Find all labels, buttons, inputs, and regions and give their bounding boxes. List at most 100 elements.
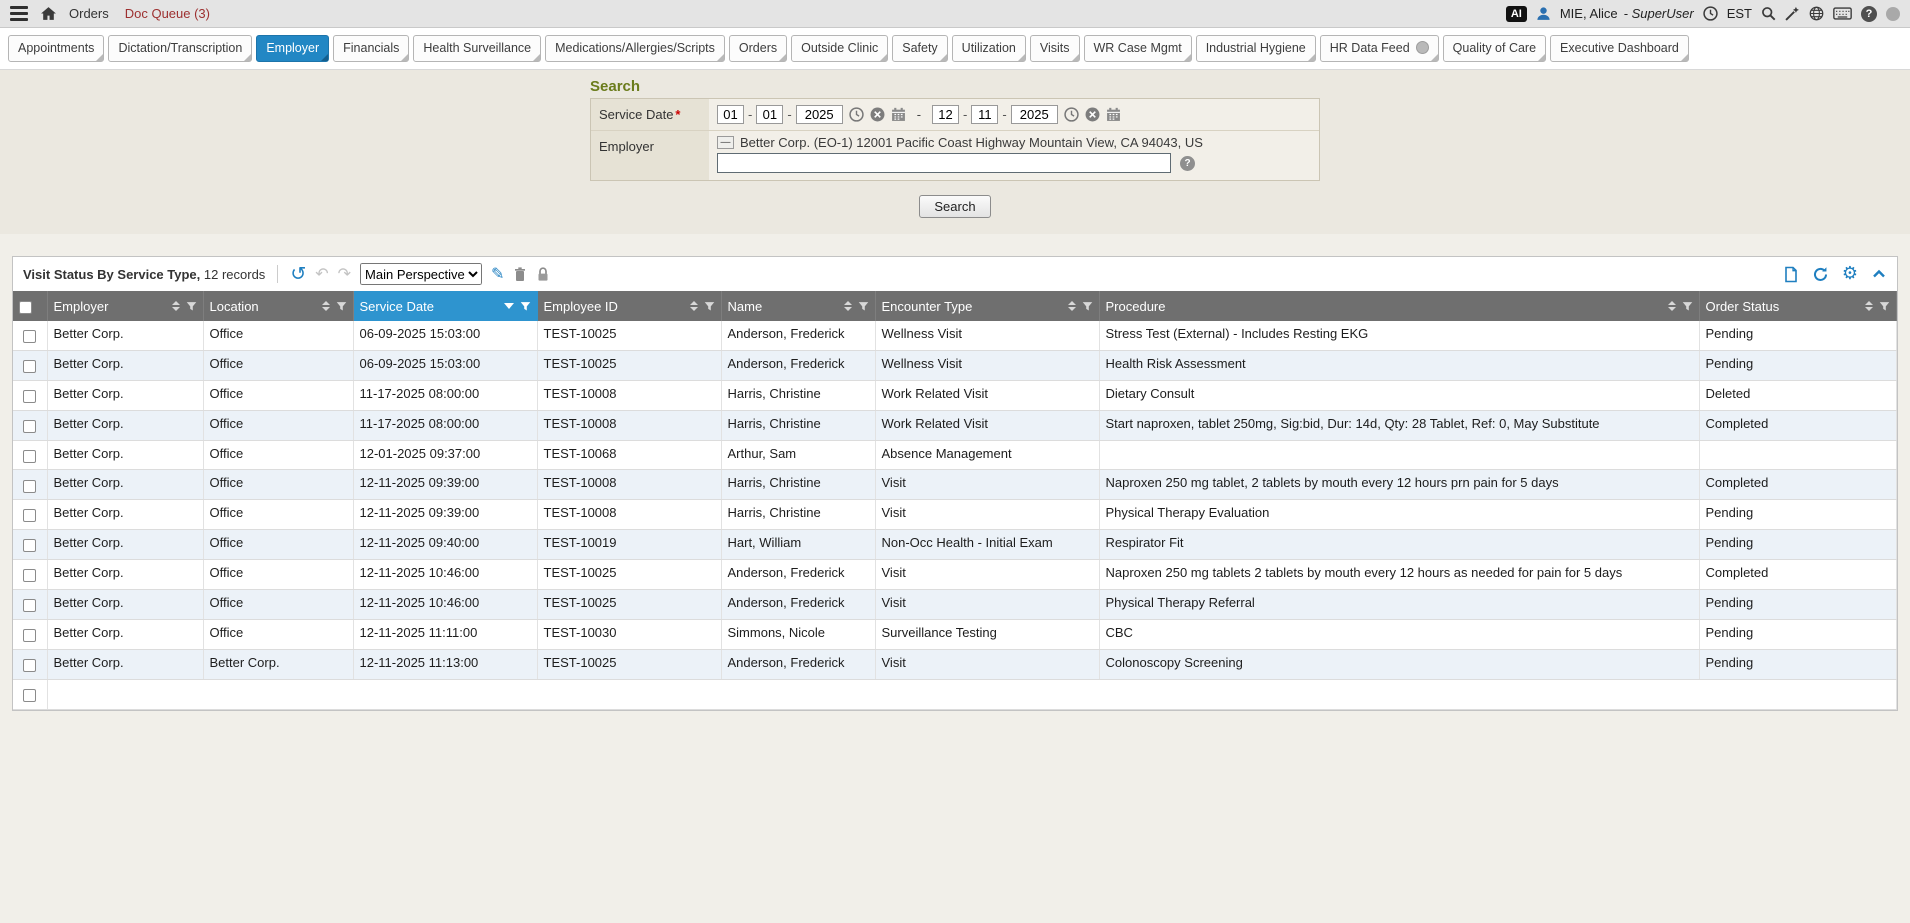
clock-icon[interactable]: [1703, 6, 1718, 21]
row-checkbox[interactable]: [23, 480, 36, 493]
refresh-icon[interactable]: [1812, 266, 1829, 283]
row-checkbox-cell: [13, 440, 47, 470]
undo-icon[interactable]: ↶: [315, 266, 328, 282]
from-clear-icon[interactable]: [870, 107, 885, 122]
tab-wr-case-mgmt[interactable]: WR Case Mgmt: [1084, 35, 1192, 62]
export-document-icon[interactable]: [1783, 266, 1799, 283]
row-checkbox[interactable]: [23, 420, 36, 433]
from-month-input[interactable]: [717, 105, 744, 124]
sort-icon[interactable]: [690, 301, 698, 311]
filter-icon[interactable]: [186, 301, 197, 312]
sort-icon[interactable]: [1068, 301, 1076, 311]
remove-employer-button[interactable]: —: [717, 136, 734, 149]
to-time-clock-icon[interactable]: [1064, 107, 1079, 122]
tab-quality-of-care[interactable]: Quality of Care: [1443, 35, 1546, 62]
delete-perspective-icon[interactable]: [513, 266, 527, 282]
column-header-name[interactable]: Name: [721, 291, 875, 321]
employer-search-input[interactable]: [717, 153, 1171, 173]
column-header-employer[interactable]: Employer: [47, 291, 203, 321]
tab-appointments[interactable]: Appointments: [8, 35, 104, 62]
collapse-chevron-icon[interactable]: [1871, 267, 1887, 281]
row-checkbox[interactable]: [23, 360, 36, 373]
cell-name: Harris, Christine: [721, 380, 875, 410]
tab-industrial-hygiene[interactable]: Industrial Hygiene: [1196, 35, 1316, 62]
wand-icon[interactable]: [1785, 6, 1800, 21]
tab-dictation-transcription[interactable]: Dictation/Transcription: [108, 35, 252, 62]
sort-icon[interactable]: [322, 301, 330, 311]
row-checkbox[interactable]: [23, 539, 36, 552]
cell-name: Simmons, Nicole: [721, 619, 875, 649]
home-icon[interactable]: [40, 6, 57, 21]
ai-badge[interactable]: AI: [1506, 6, 1527, 22]
column-header-service-date[interactable]: Service Date: [353, 291, 537, 321]
column-header-encounter-type[interactable]: Encounter Type: [875, 291, 1099, 321]
footer-select-checkbox[interactable]: [23, 689, 36, 702]
tab-health-surveillance[interactable]: Health Surveillance: [413, 35, 541, 62]
from-calendar-icon[interactable]: [891, 107, 906, 122]
reset-icon[interactable]: ↺: [290, 265, 306, 284]
tab-executive-dashboard[interactable]: Executive Dashboard: [1550, 35, 1689, 62]
tab-medications-allergies-scripts[interactable]: Medications/Allergies/Scripts: [545, 35, 725, 62]
perspective-select[interactable]: Main Perspective: [360, 263, 482, 285]
row-checkbox[interactable]: [23, 509, 36, 522]
tab-utilization[interactable]: Utilization: [952, 35, 1026, 62]
from-year-input[interactable]: [796, 105, 843, 124]
cell-name: Hart, William: [721, 530, 875, 560]
filter-icon[interactable]: [1682, 301, 1693, 312]
help-icon[interactable]: ?: [1861, 6, 1877, 22]
search-button[interactable]: Search: [919, 195, 990, 218]
filter-icon[interactable]: [520, 301, 531, 312]
row-checkbox[interactable]: [23, 390, 36, 403]
to-clear-icon[interactable]: [1085, 107, 1100, 122]
cell-encounter-type: Visit: [875, 590, 1099, 620]
sort-icon[interactable]: [844, 301, 852, 311]
keyboard-icon[interactable]: [1833, 7, 1852, 20]
globe-icon[interactable]: [1809, 6, 1824, 21]
filter-icon[interactable]: [1879, 301, 1890, 312]
to-month-input[interactable]: [932, 105, 959, 124]
tab-orders[interactable]: Orders: [729, 35, 787, 62]
employer-help-icon[interactable]: ?: [1180, 156, 1195, 171]
sort-icon[interactable]: [172, 301, 180, 311]
column-header-location[interactable]: Location: [203, 291, 353, 321]
menu-icon[interactable]: [10, 6, 28, 21]
from-day-input[interactable]: [756, 105, 783, 124]
row-checkbox[interactable]: [23, 629, 36, 642]
filter-icon[interactable]: [704, 301, 715, 312]
filter-icon[interactable]: [1082, 301, 1093, 312]
column-header-procedure[interactable]: Procedure: [1099, 291, 1699, 321]
row-checkbox[interactable]: [23, 659, 36, 672]
row-checkbox[interactable]: [23, 450, 36, 463]
cell-order-status: Completed: [1699, 470, 1897, 500]
select-all-checkbox[interactable]: [19, 301, 32, 314]
column-header-order-status[interactable]: Order Status: [1699, 291, 1897, 321]
user-name[interactable]: MIE, Alice: [1560, 6, 1618, 21]
from-time-clock-icon[interactable]: [849, 107, 864, 122]
edit-perspective-icon[interactable]: ✎: [491, 266, 504, 282]
cell-employee-id: TEST-10008: [537, 500, 721, 530]
breadcrumb-orders[interactable]: Orders: [69, 6, 109, 21]
redo-icon[interactable]: ↷: [338, 266, 351, 282]
row-checkbox[interactable]: [23, 599, 36, 612]
tab-financials[interactable]: Financials: [333, 35, 409, 62]
to-day-input[interactable]: [971, 105, 998, 124]
sort-icon[interactable]: [1865, 301, 1873, 311]
search-icon[interactable]: [1761, 6, 1776, 21]
filter-icon[interactable]: [858, 301, 869, 312]
tab-outside-clinic[interactable]: Outside Clinic: [791, 35, 888, 62]
tab-safety[interactable]: Safety: [892, 35, 947, 62]
tab-hr-data-feed[interactable]: HR Data Feed: [1320, 35, 1439, 62]
row-checkbox[interactable]: [23, 569, 36, 582]
breadcrumb-doc-queue[interactable]: Doc Queue (3): [125, 6, 210, 21]
to-calendar-icon[interactable]: [1106, 107, 1121, 122]
row-checkbox-cell: [13, 649, 47, 679]
row-checkbox[interactable]: [23, 330, 36, 343]
lock-icon[interactable]: [536, 266, 550, 282]
tab-visits[interactable]: Visits: [1030, 35, 1080, 62]
sort-icon[interactable]: [1668, 301, 1676, 311]
settings-gear-icon[interactable]: ⚙: [1842, 265, 1858, 283]
tab-employer[interactable]: Employer: [256, 35, 329, 62]
to-year-input[interactable]: [1011, 105, 1058, 124]
column-header-employee-id[interactable]: Employee ID: [537, 291, 721, 321]
filter-icon[interactable]: [336, 301, 347, 312]
